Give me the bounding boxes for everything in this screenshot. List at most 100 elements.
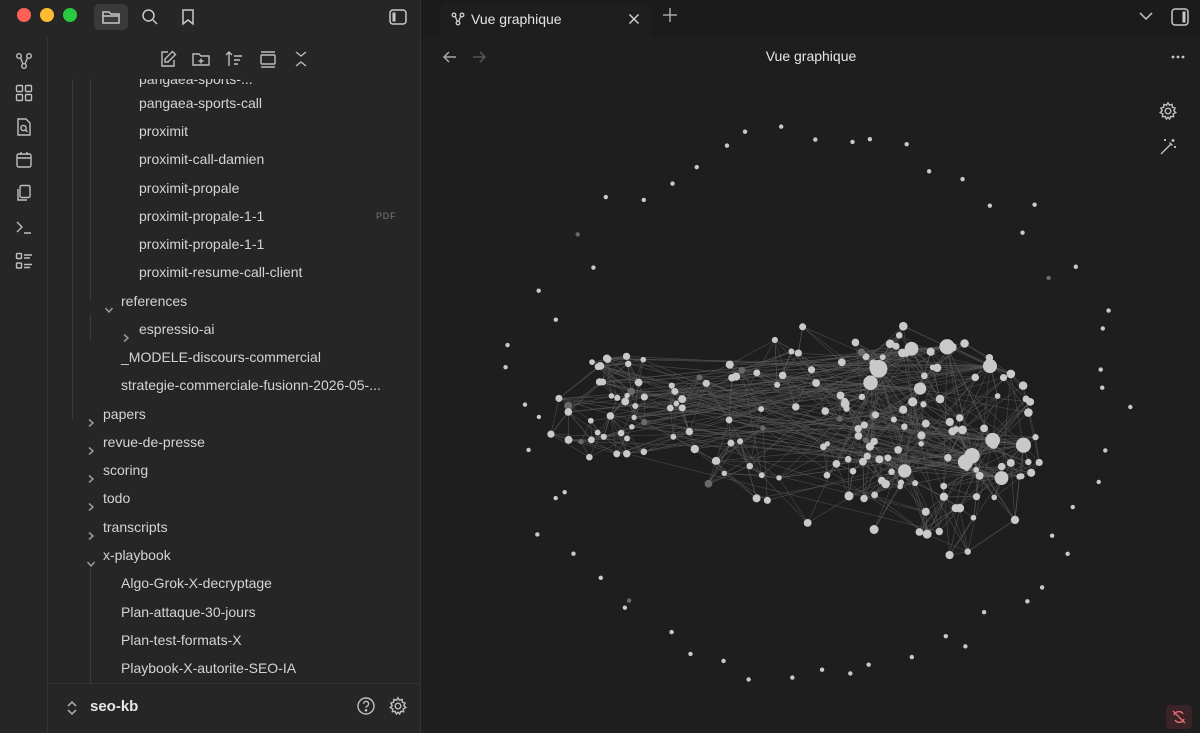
graph-node[interactable] bbox=[881, 479, 890, 489]
graph-node[interactable] bbox=[858, 393, 866, 400]
graph-node[interactable] bbox=[575, 232, 580, 237]
graph-node[interactable] bbox=[670, 433, 677, 440]
help-icon[interactable] bbox=[356, 696, 376, 716]
graph-node[interactable] bbox=[690, 444, 699, 454]
new-note-icon[interactable] bbox=[158, 49, 178, 69]
graph-node[interactable] bbox=[1106, 308, 1111, 313]
graph-node[interactable] bbox=[564, 408, 573, 416]
graph-node[interactable] bbox=[988, 439, 999, 449]
graph-node[interactable] bbox=[621, 397, 630, 406]
graph-node[interactable] bbox=[631, 414, 637, 421]
graph-node[interactable] bbox=[955, 414, 964, 422]
graph-node[interactable] bbox=[587, 436, 595, 444]
tree-folder-references[interactable]: references bbox=[48, 287, 421, 315]
graph-node[interactable] bbox=[960, 339, 969, 348]
graph-node[interactable] bbox=[629, 424, 635, 430]
graph-node[interactable] bbox=[1096, 479, 1101, 485]
graph-node[interactable] bbox=[799, 323, 807, 331]
files-tab-button[interactable] bbox=[94, 4, 128, 30]
tree-item-file[interactable]: proximit-resume-call-client bbox=[48, 258, 421, 286]
graph-node[interactable] bbox=[908, 397, 918, 407]
gear-icon[interactable] bbox=[388, 696, 408, 716]
graph-node[interactable] bbox=[594, 363, 602, 371]
graph-node[interactable] bbox=[608, 393, 615, 399]
graph-node[interactable] bbox=[922, 529, 932, 539]
graph-node[interactable] bbox=[727, 439, 735, 447]
graph-node[interactable] bbox=[899, 321, 908, 331]
graph-node[interactable] bbox=[564, 435, 573, 444]
graph-node[interactable] bbox=[894, 445, 902, 454]
sidebar-right-icon[interactable] bbox=[1170, 7, 1190, 27]
graph-node[interactable] bbox=[671, 387, 679, 395]
graph-node[interactable] bbox=[778, 124, 784, 129]
graph-node[interactable] bbox=[879, 354, 886, 361]
graph-node[interactable] bbox=[522, 402, 528, 407]
graph-node[interactable] bbox=[807, 366, 816, 374]
graph-node[interactable] bbox=[1065, 551, 1070, 557]
graph-node[interactable] bbox=[857, 348, 866, 357]
graph-node[interactable] bbox=[1035, 458, 1043, 467]
graph-node[interactable] bbox=[970, 514, 977, 521]
graph-node[interactable] bbox=[963, 644, 968, 649]
graph-node[interactable] bbox=[678, 404, 686, 412]
graph-node[interactable] bbox=[895, 331, 903, 339]
graph-node[interactable] bbox=[823, 471, 831, 479]
graph-node[interactable] bbox=[641, 419, 648, 426]
graph-node[interactable] bbox=[898, 464, 912, 478]
minimize-window-button[interactable] bbox=[40, 8, 54, 22]
tree-item-file[interactable]: Playbook-X-autorite-SEO-IA bbox=[48, 654, 421, 682]
graph-node[interactable] bbox=[944, 454, 952, 462]
tree-folder-x-playbook[interactable]: x-playbook bbox=[48, 541, 421, 569]
graph-node[interactable] bbox=[899, 405, 908, 414]
graph-node[interactable] bbox=[945, 417, 954, 427]
graph-node[interactable] bbox=[625, 360, 632, 368]
graph-node[interactable] bbox=[1018, 381, 1028, 390]
graph-node[interactable] bbox=[885, 339, 895, 349]
graph-node[interactable] bbox=[776, 475, 782, 481]
graph-node[interactable] bbox=[1070, 504, 1075, 510]
tree-folder-scoring[interactable]: scoring bbox=[48, 456, 421, 484]
graph-node[interactable] bbox=[844, 491, 854, 501]
graph-node[interactable] bbox=[803, 518, 812, 527]
graph-node[interactable] bbox=[553, 317, 558, 322]
graph-node[interactable] bbox=[536, 288, 541, 293]
vault-switcher-icon[interactable] bbox=[66, 700, 78, 716]
tree-item-file[interactable]: Plan-test-formats-X bbox=[48, 626, 421, 654]
graph-node[interactable] bbox=[860, 421, 868, 429]
graph-node[interactable] bbox=[670, 181, 675, 186]
graph-node[interactable] bbox=[669, 629, 674, 635]
tab-graph-view[interactable]: Vue graphique bbox=[441, 3, 651, 37]
graph-node[interactable] bbox=[758, 472, 765, 479]
graph-node[interactable] bbox=[980, 424, 989, 433]
graph-node[interactable] bbox=[904, 141, 909, 147]
search-tab-button[interactable] bbox=[133, 4, 167, 30]
graph-node[interactable] bbox=[1015, 437, 1031, 453]
graph-node[interactable] bbox=[939, 492, 949, 501]
graph-node[interactable] bbox=[832, 460, 841, 468]
graph-node[interactable] bbox=[870, 437, 878, 446]
graph-node[interactable] bbox=[1100, 385, 1105, 390]
graph-node[interactable] bbox=[819, 667, 825, 672]
tree-folder-transcripts[interactable]: transcripts bbox=[48, 513, 421, 541]
tree-folder-espressio-ai[interactable]: espressio-ai bbox=[48, 315, 421, 343]
graph-node[interactable] bbox=[640, 356, 647, 363]
graph-node[interactable] bbox=[888, 468, 895, 476]
tree-item-file[interactable]: strategie-commerciale-fusionn-2026-05-..… bbox=[48, 371, 421, 399]
tree-item-file[interactable]: proximit-propale-1-1 PDF bbox=[48, 202, 421, 230]
graph-node[interactable] bbox=[1103, 448, 1108, 453]
graph-icon[interactable] bbox=[14, 51, 34, 71]
graph-node[interactable] bbox=[836, 416, 843, 422]
graph-node[interactable] bbox=[863, 452, 871, 460]
graph-node[interactable] bbox=[975, 471, 984, 480]
graph-node[interactable] bbox=[862, 437, 869, 444]
search-file-icon[interactable] bbox=[14, 117, 34, 137]
chevron-down-icon[interactable] bbox=[1138, 9, 1154, 23]
collapse-all-icon[interactable] bbox=[291, 49, 311, 69]
graph-node[interactable] bbox=[1020, 230, 1025, 235]
graph-node[interactable] bbox=[915, 528, 924, 536]
graph-node[interactable] bbox=[666, 404, 674, 412]
graph-node[interactable] bbox=[598, 575, 603, 581]
graph-node[interactable] bbox=[737, 438, 744, 445]
graph-node[interactable] bbox=[673, 400, 680, 407]
graph-node[interactable] bbox=[778, 371, 787, 380]
